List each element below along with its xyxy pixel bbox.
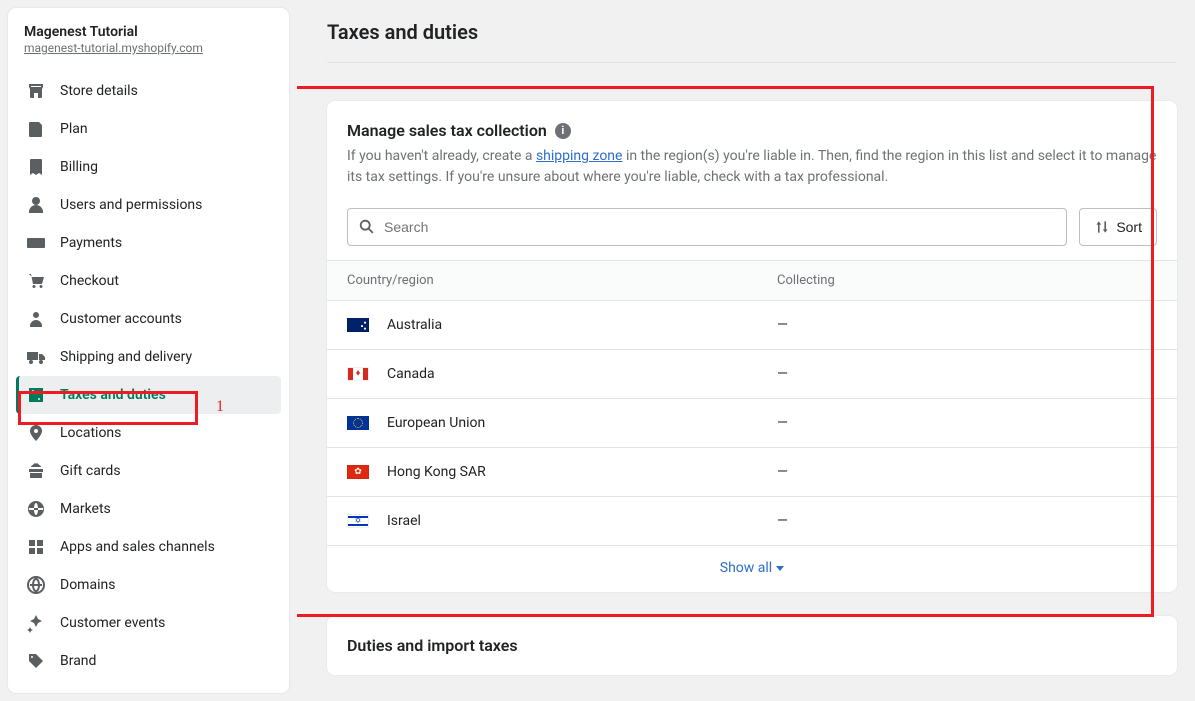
card-title: Duties and import taxes bbox=[347, 636, 518, 655]
sidebar-item-brand[interactable]: Brand bbox=[16, 642, 281, 680]
sidebar-item-label: Locations bbox=[60, 425, 121, 441]
settings-nav: Store details Plan Billing Users and per… bbox=[8, 68, 289, 680]
sort-label: Sort bbox=[1116, 219, 1142, 235]
sidebar-item-plan[interactable]: Plan bbox=[16, 110, 281, 148]
manage-sales-tax-card: Manage sales tax collection i If you hav… bbox=[327, 101, 1177, 592]
sidebar-item-customer-events[interactable]: Customer events bbox=[16, 604, 281, 642]
table-row[interactable]: Australia — bbox=[327, 301, 1177, 350]
sidebar-item-markets[interactable]: Markets bbox=[16, 490, 281, 528]
sidebar-item-checkout[interactable]: Checkout bbox=[16, 262, 281, 300]
collecting-value: — bbox=[777, 513, 1157, 529]
duties-card: Duties and import taxes bbox=[327, 616, 1177, 675]
sidebar-item-label: Billing bbox=[60, 159, 98, 175]
sidebar-item-store-details[interactable]: Store details bbox=[16, 72, 281, 110]
flag-icon-eu bbox=[347, 416, 369, 430]
table-row[interactable]: ✡ Israel — bbox=[327, 497, 1177, 546]
flag-icon-il: ✡ bbox=[347, 514, 369, 528]
sort-icon bbox=[1094, 219, 1110, 235]
sort-button[interactable]: Sort bbox=[1079, 208, 1157, 246]
markets-icon bbox=[26, 499, 46, 519]
country-name: Hong Kong SAR bbox=[387, 464, 486, 480]
collecting-value: — bbox=[777, 464, 1157, 480]
users-icon bbox=[26, 195, 46, 215]
locations-icon bbox=[26, 423, 46, 443]
billing-icon bbox=[26, 157, 46, 177]
country-name: Israel bbox=[387, 513, 421, 529]
sidebar-item-label: Gift cards bbox=[60, 463, 121, 479]
gift-icon bbox=[26, 461, 46, 481]
sidebar-item-label: Brand bbox=[60, 653, 96, 669]
sidebar-item-label: Plan bbox=[60, 121, 88, 137]
sidebar-item-customer-accounts[interactable]: Customer accounts bbox=[16, 300, 281, 338]
plan-icon bbox=[26, 119, 46, 139]
shop-url-link[interactable]: magenest-tutorial.myshopify.com bbox=[24, 41, 203, 55]
payments-icon bbox=[26, 233, 46, 253]
brand-icon bbox=[26, 651, 46, 671]
sidebar-item-label: Store details bbox=[60, 83, 138, 99]
sidebar-item-label: Customer events bbox=[60, 615, 165, 631]
sidebar-item-locations[interactable]: Locations bbox=[16, 414, 281, 452]
flag-icon-au bbox=[347, 318, 369, 332]
sidebar-item-label: Domains bbox=[60, 577, 115, 593]
sidebar-item-apps[interactable]: Apps and sales channels bbox=[16, 528, 281, 566]
card-description: If you haven't already, create a shippin… bbox=[347, 146, 1157, 188]
events-icon bbox=[26, 613, 46, 633]
desc-text: If you haven't already, create a bbox=[347, 148, 536, 164]
search-input[interactable] bbox=[384, 219, 1056, 235]
country-name: Canada bbox=[387, 366, 435, 382]
sidebar-item-label: Taxes and duties bbox=[60, 387, 166, 403]
info-icon[interactable]: i bbox=[555, 123, 571, 139]
table-row[interactable]: ♦ Canada — bbox=[327, 350, 1177, 399]
sidebar-item-domains[interactable]: Domains bbox=[16, 566, 281, 604]
country-name: European Union bbox=[387, 415, 485, 431]
show-all-label: Show all bbox=[720, 560, 772, 576]
sidebar-item-users[interactable]: Users and permissions bbox=[16, 186, 281, 224]
settings-sidebar: Magenest Tutorial magenest-tutorial.mysh… bbox=[0, 0, 297, 701]
callout-label-1: 1 bbox=[216, 398, 224, 416]
collecting-value: — bbox=[777, 317, 1157, 333]
taxes-icon bbox=[26, 385, 46, 405]
card-controls: Sort bbox=[327, 204, 1177, 260]
table-row[interactable]: Hong Kong SAR — bbox=[327, 448, 1177, 497]
show-all-button[interactable]: Show all bbox=[327, 546, 1177, 592]
caret-down-icon bbox=[776, 566, 784, 571]
sidebar-item-label: Markets bbox=[60, 501, 111, 517]
domains-icon bbox=[26, 575, 46, 595]
sidebar-item-label: Shipping and delivery bbox=[60, 349, 192, 365]
collecting-value: — bbox=[777, 415, 1157, 431]
sidebar-item-billing[interactable]: Billing bbox=[16, 148, 281, 186]
sidebar-item-label: Payments bbox=[60, 235, 122, 251]
country-name: Australia bbox=[387, 317, 442, 333]
sidebar-item-taxes[interactable]: Taxes and duties bbox=[16, 376, 281, 414]
sidebar-item-shipping[interactable]: Shipping and delivery bbox=[16, 338, 281, 376]
sidebar-item-label: Users and permissions bbox=[60, 197, 202, 213]
collecting-value: — bbox=[777, 366, 1157, 382]
customer-icon bbox=[26, 309, 46, 329]
search-wrap[interactable] bbox=[347, 208, 1067, 246]
shop-header: Magenest Tutorial magenest-tutorial.mysh… bbox=[8, 24, 289, 68]
store-icon bbox=[26, 81, 46, 101]
sidebar-item-payments[interactable]: Payments bbox=[16, 224, 281, 262]
sidebar-card: Magenest Tutorial magenest-tutorial.mysh… bbox=[8, 8, 289, 693]
sidebar-item-gift-cards[interactable]: Gift cards bbox=[16, 452, 281, 490]
col-header-country: Country/region bbox=[347, 273, 777, 288]
card-title: Manage sales tax collection bbox=[347, 121, 547, 140]
table-row[interactable]: European Union — bbox=[327, 399, 1177, 448]
shipping-icon bbox=[26, 347, 46, 367]
card-header: Manage sales tax collection i If you hav… bbox=[327, 101, 1177, 204]
shop-name: Magenest Tutorial bbox=[24, 24, 273, 40]
flag-icon-hk bbox=[347, 465, 369, 479]
table-header: Country/region Collecting bbox=[327, 260, 1177, 301]
flag-icon-ca: ♦ bbox=[347, 367, 369, 381]
sidebar-item-label: Checkout bbox=[60, 273, 119, 289]
checkout-icon bbox=[26, 271, 46, 291]
sidebar-item-label: Customer accounts bbox=[60, 311, 182, 327]
search-icon bbox=[358, 218, 376, 236]
shipping-zone-link[interactable]: shipping zone bbox=[536, 148, 623, 164]
col-header-collecting: Collecting bbox=[777, 273, 1157, 288]
page-title: Taxes and duties bbox=[327, 20, 1177, 63]
main-content: Taxes and duties Manage sales tax collec… bbox=[297, 0, 1195, 701]
sidebar-item-label: Apps and sales channels bbox=[60, 539, 215, 555]
apps-icon bbox=[26, 537, 46, 557]
